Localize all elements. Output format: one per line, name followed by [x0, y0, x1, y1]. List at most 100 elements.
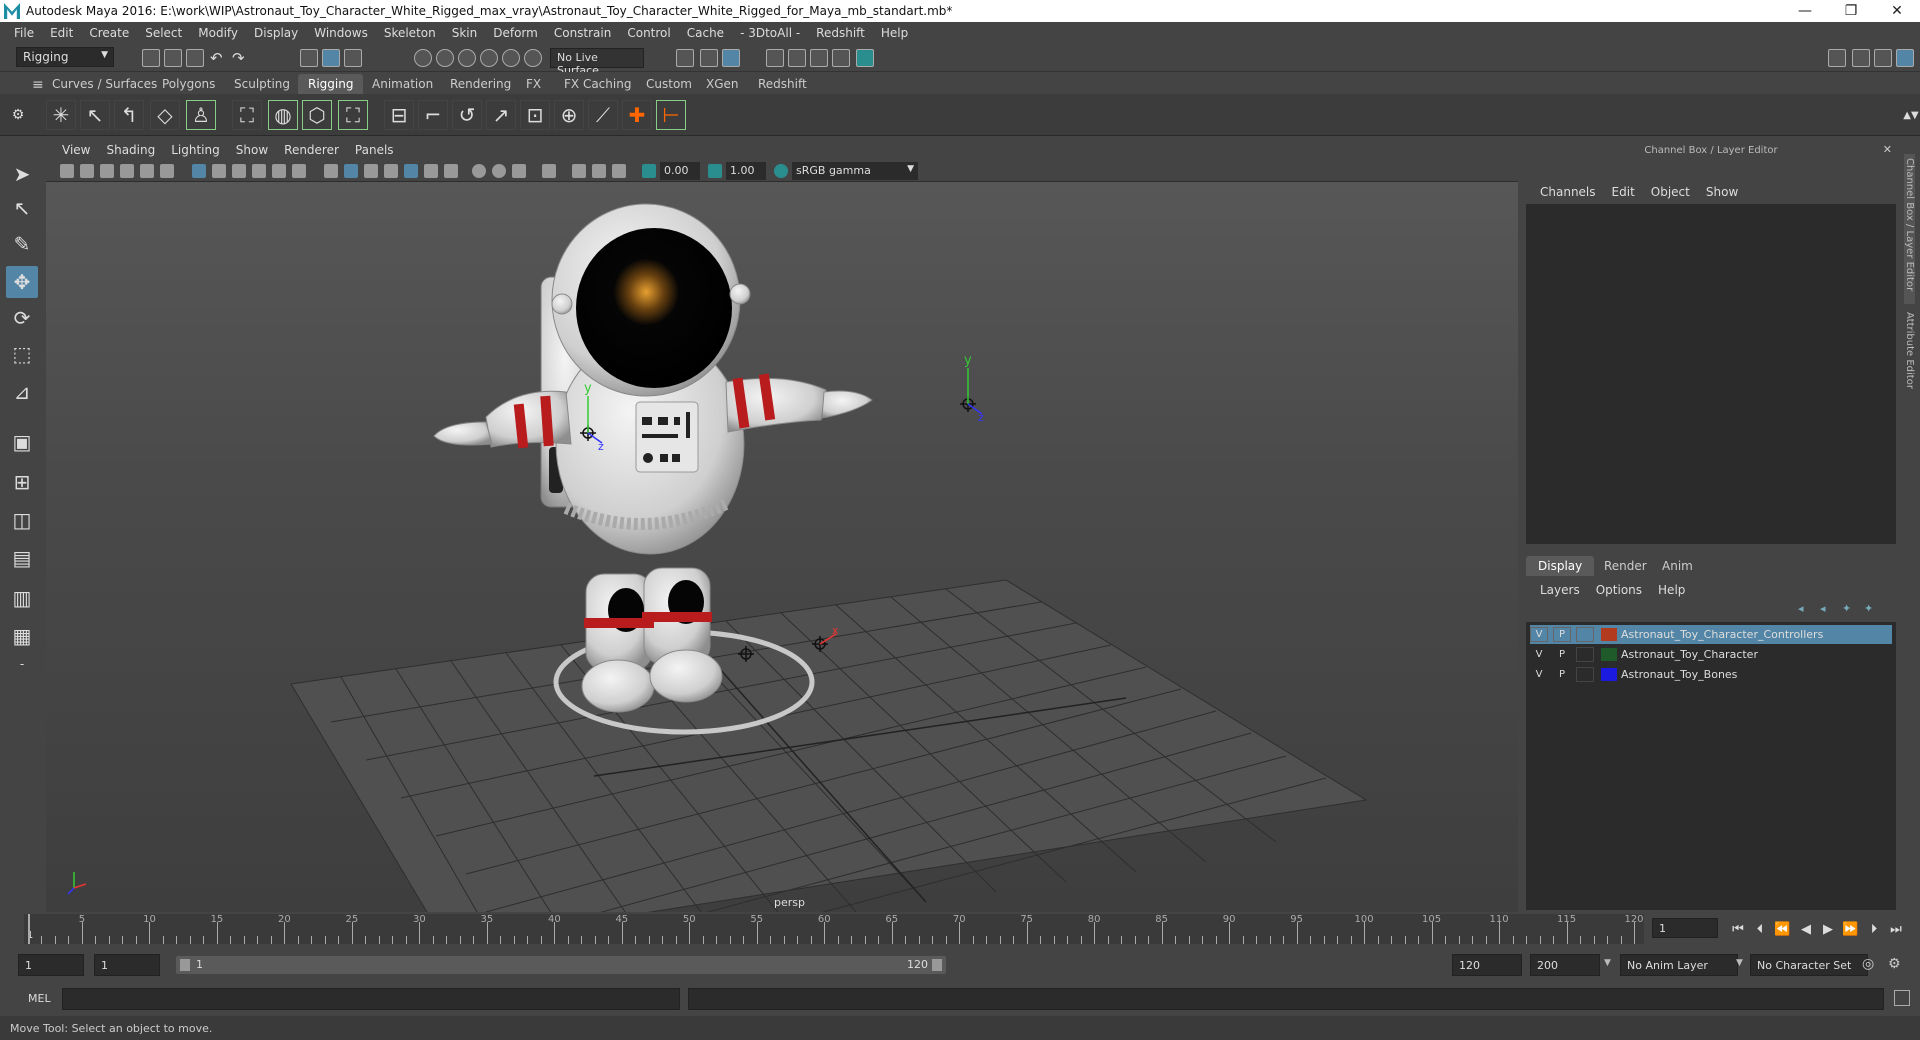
menu-file[interactable]: File: [6, 26, 42, 40]
undo-icon[interactable]: ↶: [210, 49, 228, 67]
vp-menu-view[interactable]: View: [54, 143, 98, 157]
tab-redshift[interactable]: Redshift: [748, 74, 817, 94]
layer-playback-toggle[interactable]: P: [1553, 667, 1571, 682]
move-layer-up-icon[interactable]: ◂: [1798, 602, 1814, 616]
select-component-icon[interactable]: [344, 49, 362, 67]
menu-skin[interactable]: Skin: [444, 26, 486, 40]
input-output-icon[interactable]: [676, 49, 694, 67]
shelf-scroll-icon[interactable]: ▲▼: [1896, 100, 1920, 130]
tab-rendering[interactable]: Rendering: [440, 74, 521, 94]
menu-modify[interactable]: Modify: [190, 26, 246, 40]
construction-history-icon[interactable]: [700, 49, 718, 67]
hypershade-icon[interactable]: [856, 49, 874, 67]
motion-blur-icon[interactable]: [492, 164, 506, 178]
menu-help[interactable]: Help: [873, 26, 916, 40]
tab-fx-caching[interactable]: FX Caching: [554, 74, 641, 94]
tab-display[interactable]: Display: [1526, 556, 1595, 576]
aim-constraint-icon[interactable]: ↗: [486, 100, 516, 130]
tab-rigging[interactable]: Rigging: [298, 74, 364, 94]
safe-action-icon[interactable]: [272, 164, 286, 178]
layer-menu-options[interactable]: Options: [1588, 583, 1650, 597]
menu-select[interactable]: Select: [137, 26, 190, 40]
vp-menu-renderer[interactable]: Renderer: [276, 143, 347, 157]
animation-end-field[interactable]: 200: [1530, 954, 1600, 976]
menu-3dtoall[interactable]: - 3DtoAll -: [732, 26, 808, 40]
camera-attributes-icon[interactable]: [80, 164, 94, 178]
last-tool-icon[interactable]: ⊿: [6, 376, 38, 408]
close-button[interactable]: ✕: [1874, 0, 1920, 22]
auto-key-icon[interactable]: ◎: [1862, 956, 1874, 972]
side-by-side-icon[interactable]: ◫: [6, 504, 38, 536]
layer-display-type[interactable]: [1576, 647, 1594, 662]
layer-visibility-toggle[interactable]: V: [1530, 627, 1548, 642]
orient-constraint-icon[interactable]: ↺: [452, 100, 482, 130]
exposure-icon[interactable]: [642, 164, 656, 178]
redo-icon[interactable]: ↷: [232, 49, 250, 67]
menu-windows[interactable]: Windows: [306, 26, 376, 40]
layer-display-type[interactable]: [1576, 667, 1594, 682]
save-scene-icon[interactable]: [186, 49, 204, 67]
snap-live-icon[interactable]: [524, 49, 542, 67]
script-language-toggle[interactable]: MEL: [28, 992, 51, 1005]
animation-prefs-icon[interactable]: ⚙: [1888, 956, 1901, 972]
default-material-icon[interactable]: [364, 164, 378, 178]
cb-menu-object[interactable]: Object: [1643, 185, 1698, 199]
tab-xgen[interactable]: XGen: [696, 74, 749, 94]
persp-outliner-icon[interactable]: ▤: [6, 542, 38, 574]
tab-custom[interactable]: Custom: [636, 74, 702, 94]
vp-menu-show[interactable]: Show: [228, 143, 276, 157]
isolate-select-icon[interactable]: [542, 164, 556, 178]
menu-cache[interactable]: Cache: [679, 26, 732, 40]
anim-layer-select[interactable]: No Anim Layer: [1620, 954, 1738, 976]
scale-tool-icon[interactable]: ⬚: [6, 338, 38, 370]
bookmark-icon[interactable]: [100, 164, 114, 178]
xray-icon[interactable]: [404, 164, 418, 178]
tab-animation[interactable]: Animation: [362, 74, 443, 94]
panel-close-icon[interactable]: ✕: [1883, 143, 1892, 156]
menu-redshift[interactable]: Redshift: [808, 26, 873, 40]
ao-icon[interactable]: [472, 164, 486, 178]
set-driven-key-icon[interactable]: ⊢: [656, 100, 686, 130]
open-scene-icon[interactable]: [164, 49, 182, 67]
ik-spline-icon[interactable]: ↰: [114, 100, 144, 130]
step-forward-key-icon[interactable]: ⏩: [1842, 922, 1858, 938]
menu-create[interactable]: Create: [81, 26, 137, 40]
parent-constraint-icon[interactable]: ⊟: [384, 100, 414, 130]
shelf-options-icon[interactable]: ⚙: [8, 100, 28, 130]
restore-button[interactable]: ❐: [1828, 0, 1874, 22]
layer-visibility-toggle[interactable]: V: [1530, 667, 1548, 682]
hik-skeleton-icon[interactable]: ♙: [186, 100, 216, 130]
more-layouts-icon[interactable]: -: [6, 648, 38, 680]
render-settings-icon[interactable]: [832, 49, 850, 67]
layer-color-swatch[interactable]: [1601, 668, 1617, 681]
cb-menu-show[interactable]: Show: [1698, 185, 1746, 199]
joint-tool-icon[interactable]: ✳: [46, 100, 76, 130]
side-tab-channel-box[interactable]: Channel Box / Layer Editor: [1904, 154, 1915, 304]
layer-display-type[interactable]: [1576, 627, 1594, 642]
point-constraint-icon[interactable]: ⌐: [418, 100, 448, 130]
render-view-icon[interactable]: [766, 49, 784, 67]
attribute-editor-toggle-icon[interactable]: [1874, 49, 1892, 67]
chevron-down-icon[interactable]: ▼: [1604, 958, 1611, 968]
layer-row[interactable]: V P Astronaut_Toy_Character_Controllers: [1530, 625, 1892, 644]
layer-playback-toggle[interactable]: P: [1553, 647, 1571, 662]
layer-name[interactable]: Astronaut_Toy_Character: [1621, 648, 1758, 661]
move-tool-icon[interactable]: ✥: [6, 266, 38, 298]
layer-playback-toggle[interactable]: P: [1553, 627, 1571, 642]
snap-surface-icon[interactable]: [502, 49, 520, 67]
pole-vector-icon[interactable]: ⊕: [554, 100, 584, 130]
play-backwards-icon[interactable]: ◀: [1798, 922, 1814, 938]
go-to-start-icon[interactable]: ⏮: [1730, 922, 1746, 938]
textured-icon[interactable]: [384, 164, 398, 178]
grid-toggle-icon[interactable]: [140, 164, 154, 178]
script-editor-icon[interactable]: [1894, 990, 1910, 1006]
perspective-viewport[interactable]: y y z z x persp: [46, 182, 1518, 912]
anti-alias-icon[interactable]: [512, 164, 526, 178]
layer-row[interactable]: V P Astronaut_Toy_Bones: [1530, 665, 1892, 684]
new-empty-layer-icon[interactable]: ✦: [1842, 602, 1858, 616]
cb-menu-channels[interactable]: Channels: [1532, 185, 1604, 199]
range-end-handle[interactable]: [932, 959, 942, 971]
vp-menu-shading[interactable]: Shading: [98, 143, 163, 157]
layer-color-swatch[interactable]: [1601, 648, 1617, 661]
channel-list[interactable]: [1526, 204, 1896, 544]
